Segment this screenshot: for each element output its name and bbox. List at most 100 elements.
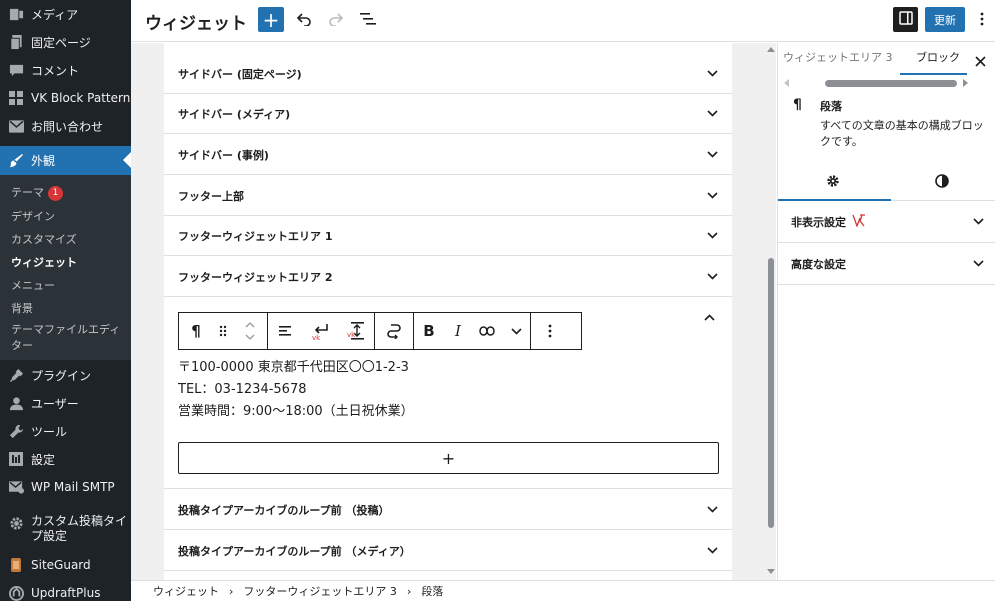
submenu-item-customize[interactable]: カスタマイズ bbox=[11, 231, 77, 247]
add-block-button[interactable]: + bbox=[258, 7, 284, 32]
options-menu-button[interactable] bbox=[974, 9, 990, 31]
menu-item-custom-post-types[interactable]: カスタム投稿タイプ設定 bbox=[0, 510, 131, 550]
tab-scrollbar[interactable] bbox=[783, 79, 983, 87]
widget-area-row[interactable]: サイドバー (事例) bbox=[164, 135, 732, 175]
menu-item-wp-mail-smtp[interactable]: WP Mail SMTP bbox=[0, 473, 131, 501]
breadcrumb-item[interactable]: ウィジェット bbox=[153, 583, 219, 599]
address-line: 営業時間：9:00〜18:00（土日祝休業） bbox=[178, 404, 414, 419]
tab-widget-area[interactable]: ウィジェットエリア 3 bbox=[783, 49, 893, 65]
inline-link-icon[interactable] bbox=[375, 313, 413, 349]
add-block-appender[interactable]: + bbox=[178, 442, 719, 474]
editor-canvas: サイドバー (固定ページ) サイドバー (メディア) サイドバー (事例) フッ… bbox=[131, 43, 766, 580]
menu-item-contact[interactable]: お問い合わせ bbox=[0, 112, 131, 140]
link-icon[interactable] bbox=[472, 313, 502, 349]
redo-button[interactable] bbox=[325, 9, 347, 31]
paragraph-icon[interactable]: ¶ bbox=[179, 313, 213, 349]
chevron-down-icon bbox=[706, 190, 718, 202]
scrollbar-thumb[interactable] bbox=[825, 80, 957, 87]
bold-button[interactable]: B bbox=[414, 313, 444, 349]
widget-area-row[interactable]: サイドバー (メディア) bbox=[164, 94, 732, 134]
chevron-down-icon bbox=[972, 216, 984, 228]
smtp-icon bbox=[8, 479, 24, 495]
menu-item-pages[interactable]: 固定ページ bbox=[0, 28, 131, 56]
menu-label: VK Block Patterns bbox=[31, 91, 137, 105]
menu-item-plugins[interactable]: プラグイン bbox=[0, 361, 131, 389]
chevron-down-icon bbox=[706, 271, 718, 283]
italic-button[interactable]: I bbox=[444, 313, 472, 349]
menu-label: お問い合わせ bbox=[31, 119, 104, 134]
contrast-icon bbox=[934, 173, 949, 191]
chevron-down-icon bbox=[706, 68, 718, 80]
widget-area-row[interactable]: 投稿タイプアーカイブのループ前 （メディア） bbox=[164, 531, 732, 571]
undo-button[interactable] bbox=[293, 9, 315, 31]
tab-block-styles[interactable] bbox=[887, 163, 995, 201]
chevron-up-icon[interactable] bbox=[703, 311, 715, 323]
list-view-button[interactable] bbox=[357, 9, 379, 31]
block-type-group: ¶ bbox=[179, 313, 268, 349]
menu-item-vk-block-patterns[interactable]: VK Block Patterns bbox=[0, 84, 137, 112]
menu-label: 設定 bbox=[31, 452, 56, 467]
widget-area-row[interactable]: フッターウィジェットエリア 1 bbox=[164, 216, 732, 256]
close-icon[interactable] bbox=[975, 53, 986, 71]
tab-block-settings[interactable] bbox=[778, 163, 887, 201]
inspector-tabs bbox=[778, 163, 995, 201]
update-button[interactable]: 更新 bbox=[925, 7, 965, 32]
widget-area-row[interactable]: 投稿タイプアーカイブのループ前 （投稿） bbox=[164, 490, 732, 530]
svg-text:vk: vk bbox=[312, 334, 321, 340]
scrollbar-thumb[interactable] bbox=[768, 258, 774, 528]
panel-advanced[interactable]: 高度な設定 bbox=[778, 243, 995, 285]
tab-block[interactable]: ブロック bbox=[916, 49, 960, 65]
menu-label: ユーザー bbox=[31, 396, 79, 411]
canvas-scrollbar[interactable] bbox=[766, 43, 776, 580]
block-options-icon[interactable] bbox=[531, 313, 569, 349]
menu-item-siteguard[interactable]: SiteGuard bbox=[0, 551, 131, 579]
active-tab-indicator bbox=[900, 73, 967, 75]
menu-item-users[interactable]: ユーザー bbox=[0, 389, 131, 417]
widget-area-row[interactable]: フッターウィジェットエリア 2 bbox=[164, 257, 732, 297]
submenu-item-design[interactable]: デザイン bbox=[11, 208, 55, 224]
move-up-down-icon[interactable] bbox=[233, 313, 267, 349]
menu-item-updraftplus[interactable]: UpdraftPlus bbox=[0, 579, 131, 607]
widget-area-open: ¶ vk vk B I 〒100-0000 東京都千代田区〇〇1-2-3 TEL… bbox=[164, 297, 732, 489]
updraft-icon bbox=[8, 585, 24, 601]
drag-handle-icon[interactable] bbox=[213, 313, 233, 349]
vk-line-break-icon[interactable]: vk bbox=[304, 313, 338, 349]
options-group bbox=[531, 313, 569, 349]
media-icon bbox=[8, 6, 24, 22]
submenu-item-theme-file-editor[interactable]: テーマファイルエディター bbox=[11, 322, 123, 354]
address-line: TEL：03-1234-5678 bbox=[178, 382, 307, 397]
page-title: ウィジェット bbox=[145, 14, 247, 34]
paragraph-block[interactable]: 〒100-0000 東京都千代田区〇〇1-2-3 TEL：03-1234-567… bbox=[178, 357, 414, 423]
svg-text:vk: vk bbox=[347, 331, 356, 339]
submenu-item-theme[interactable]: テーマ 1 bbox=[11, 184, 63, 201]
menu-item-media[interactable]: メディア bbox=[0, 0, 131, 28]
align-left-icon[interactable] bbox=[268, 313, 304, 349]
widget-area-row[interactable]: フッター上部 bbox=[164, 176, 732, 216]
panel-title: 非表示設定 bbox=[791, 215, 846, 229]
more-formats-chevron-icon[interactable] bbox=[502, 313, 530, 349]
mail-icon bbox=[8, 118, 24, 134]
menu-item-settings[interactable]: 設定 bbox=[0, 445, 131, 473]
breadcrumb-item[interactable]: フッターウィジェットエリア 3 bbox=[243, 583, 397, 599]
menu-label: SiteGuard bbox=[31, 558, 91, 572]
vk-spacing-icon[interactable]: vk bbox=[338, 313, 374, 349]
panel-hidden-settings[interactable]: 非表示設定 bbox=[778, 201, 995, 243]
widget-area-title: サイドバー (固定ページ) bbox=[178, 67, 302, 81]
more-vertical-icon bbox=[980, 11, 984, 30]
menu-item-tools[interactable]: ツール bbox=[0, 417, 131, 445]
menu-label: 固定ページ bbox=[31, 35, 91, 50]
submenu-item-widgets[interactable]: ウィジェット bbox=[11, 254, 77, 270]
submenu-item-menus[interactable]: メニュー bbox=[11, 277, 55, 293]
submenu-item-background[interactable]: 背景 bbox=[11, 300, 33, 316]
menu-item-appearance[interactable]: 外観 bbox=[0, 146, 131, 175]
menu-label: UpdraftPlus bbox=[31, 586, 101, 600]
menu-item-comments[interactable]: コメント bbox=[0, 56, 131, 84]
page-icon bbox=[8, 34, 24, 50]
settings-sidebar-toggle[interactable] bbox=[893, 7, 918, 32]
widget-area-row[interactable]: サイドバー (固定ページ) bbox=[164, 54, 732, 94]
list-view-icon bbox=[360, 12, 376, 28]
menu-label: 外観 bbox=[31, 154, 56, 168]
chevron-right-icon: › bbox=[406, 584, 412, 598]
widget-area-title: サイドバー (メディア) bbox=[178, 107, 291, 121]
settings-icon bbox=[8, 451, 24, 467]
